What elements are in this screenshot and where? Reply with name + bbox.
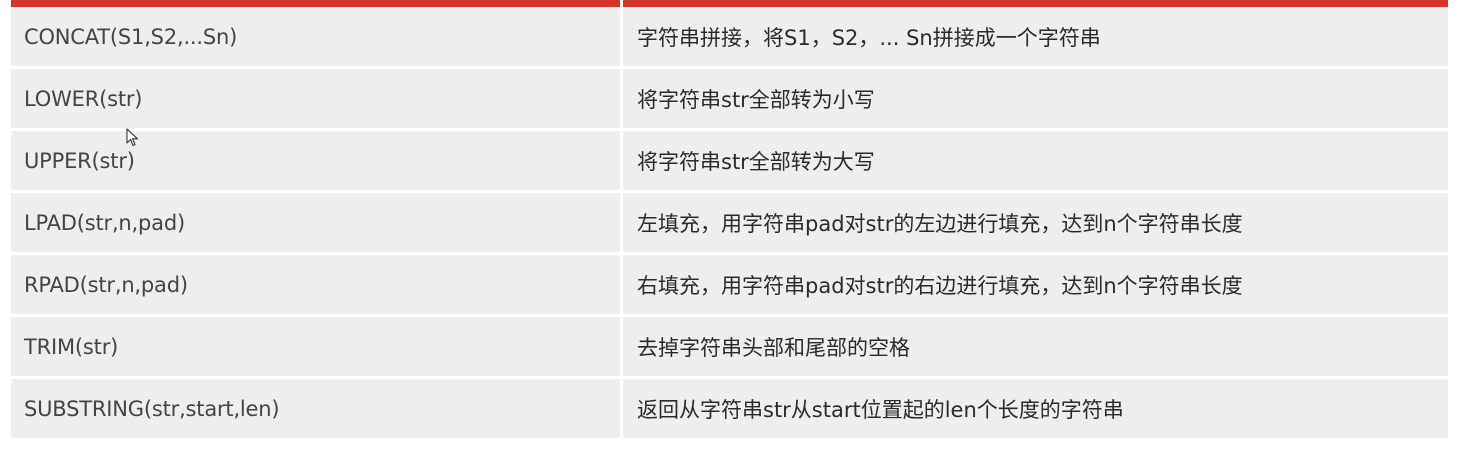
string-functions-table: CONCAT(S1,S2,...Sn) 字符串拼接，将S1，S2，... Sn拼… [11,0,1448,441]
table-row: CONCAT(S1,S2,...Sn) 字符串拼接，将S1，S2，... Sn拼… [11,7,1448,66]
table-row: RPAD(str,n,pad) 右填充，用字符串pad对str的右边进行填充，达… [11,255,1448,314]
description-cell: 右填充，用字符串pad对str的右边进行填充，达到n个字符串长度 [623,255,1448,314]
slide-frame: CONCAT(S1,S2,...Sn) 字符串拼接，将S1，S2，... Sn拼… [0,0,1458,467]
table-header-accent [11,0,1448,7]
header-accent-left [11,0,620,7]
table-row: LOWER(str) 将字符串str全部转为小写 [11,69,1448,128]
description-cell: 返回从字符串str从start位置起的len个长度的字符串 [623,379,1448,438]
function-cell: RPAD(str,n,pad) [11,255,620,314]
function-cell: CONCAT(S1,S2,...Sn) [11,7,620,66]
description-cell: 将字符串str全部转为小写 [623,69,1448,128]
description-cell: 去掉字符串头部和尾部的空格 [623,317,1448,376]
header-accent-right [623,0,1448,7]
table-row: SUBSTRING(str,start,len) 返回从字符串str从start… [11,379,1448,438]
function-cell: LOWER(str) [11,69,620,128]
table-body: CONCAT(S1,S2,...Sn) 字符串拼接，将S1，S2，... Sn拼… [11,7,1448,438]
description-cell: 左填充，用字符串pad对str的左边进行填充，达到n个字符串长度 [623,193,1448,252]
function-cell: SUBSTRING(str,start,len) [11,379,620,438]
mouse-pointer-icon [126,128,139,147]
table-row: UPPER(str) 将字符串str全部转为大写 [11,131,1448,190]
function-cell: UPPER(str) [11,131,620,190]
function-cell: LPAD(str,n,pad) [11,193,620,252]
description-cell: 将字符串str全部转为大写 [623,131,1448,190]
table-row: LPAD(str,n,pad) 左填充，用字符串pad对str的左边进行填充，达… [11,193,1448,252]
function-cell: TRIM(str) [11,317,620,376]
table-row: TRIM(str) 去掉字符串头部和尾部的空格 [11,317,1448,376]
description-cell: 字符串拼接，将S1，S2，... Sn拼接成一个字符串 [623,7,1448,66]
